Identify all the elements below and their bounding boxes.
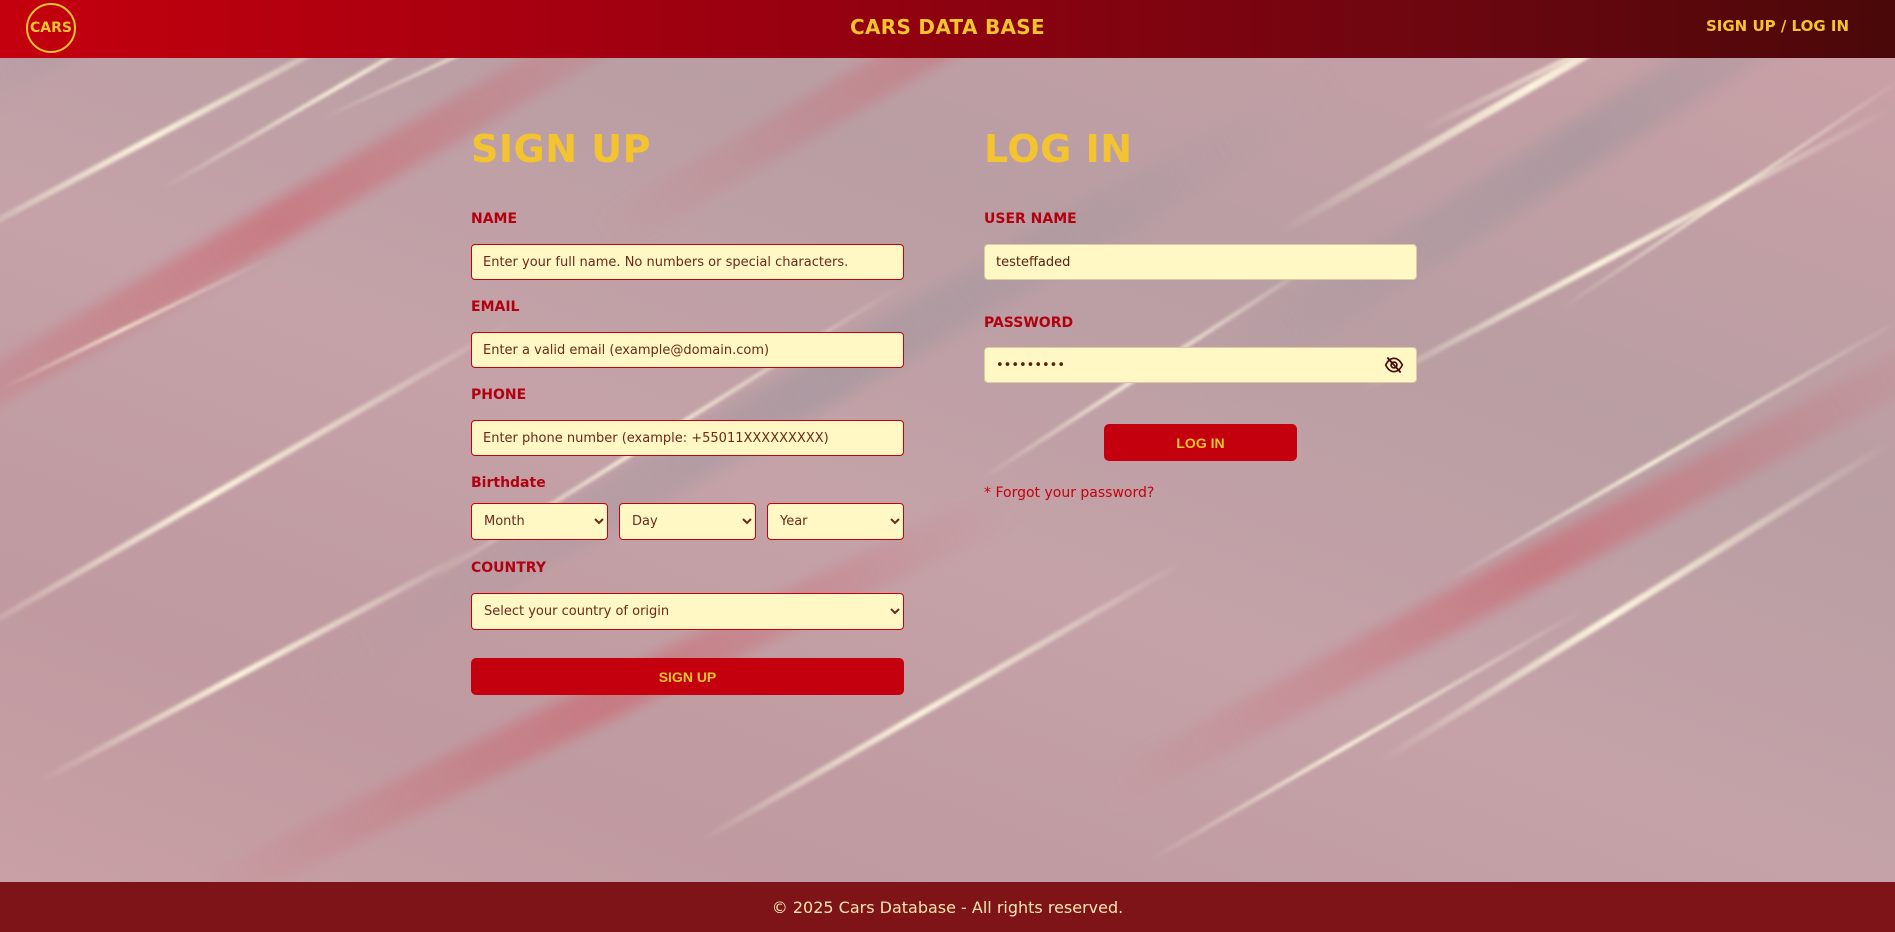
background-streaks bbox=[0, 58, 1895, 882]
signup-login-nav-link[interactable]: SIGN UP / LOG IN bbox=[1706, 17, 1849, 35]
footer: © 2025 Cars Database - All rights reserv… bbox=[0, 882, 1895, 932]
site-title: CARS DATA BASE bbox=[850, 15, 1045, 39]
email-label: EMAIL bbox=[471, 299, 520, 315]
forgot-password-link[interactable]: * Forgot your password? bbox=[984, 485, 1154, 501]
username-input[interactable] bbox=[984, 244, 1417, 280]
country-label: COUNTRY bbox=[471, 560, 546, 576]
password-input[interactable] bbox=[984, 347, 1417, 383]
eye-slash-icon[interactable] bbox=[1384, 355, 1404, 375]
country-select[interactable]: Select your country of origin bbox=[471, 593, 904, 630]
username-label: USER NAME bbox=[984, 211, 1077, 227]
phone-input[interactable] bbox=[471, 420, 904, 456]
birth-day-select[interactable]: Day bbox=[619, 503, 756, 540]
signup-panel: SIGN UP NAME EMAIL PHONE Birthdate Month… bbox=[471, 127, 905, 707]
birthdate-label: Birthdate bbox=[471, 475, 546, 491]
login-title: LOG IN bbox=[984, 127, 1133, 171]
signup-title: SIGN UP bbox=[471, 127, 651, 171]
top-header: CARS CARS DATA BASE SIGN UP / LOG IN bbox=[0, 0, 1895, 58]
birth-year-select[interactable]: Year bbox=[767, 503, 904, 540]
password-label: PASSWORD bbox=[984, 315, 1074, 331]
signup-button[interactable]: SIGN UP bbox=[471, 658, 904, 695]
phone-label: PHONE bbox=[471, 387, 527, 403]
email-input[interactable] bbox=[471, 332, 904, 368]
name-input[interactable] bbox=[471, 244, 904, 280]
login-panel: LOG IN USER NAME PASSWORD LOG IN * Forgo… bbox=[984, 127, 1418, 527]
birth-month-select[interactable]: Month bbox=[471, 503, 608, 540]
copyright-text: © 2025 Cars Database - All rights reserv… bbox=[771, 897, 1124, 917]
name-label: NAME bbox=[471, 211, 518, 227]
login-button[interactable]: LOG IN bbox=[1104, 424, 1297, 461]
cars-logo[interactable]: CARS bbox=[26, 3, 76, 53]
